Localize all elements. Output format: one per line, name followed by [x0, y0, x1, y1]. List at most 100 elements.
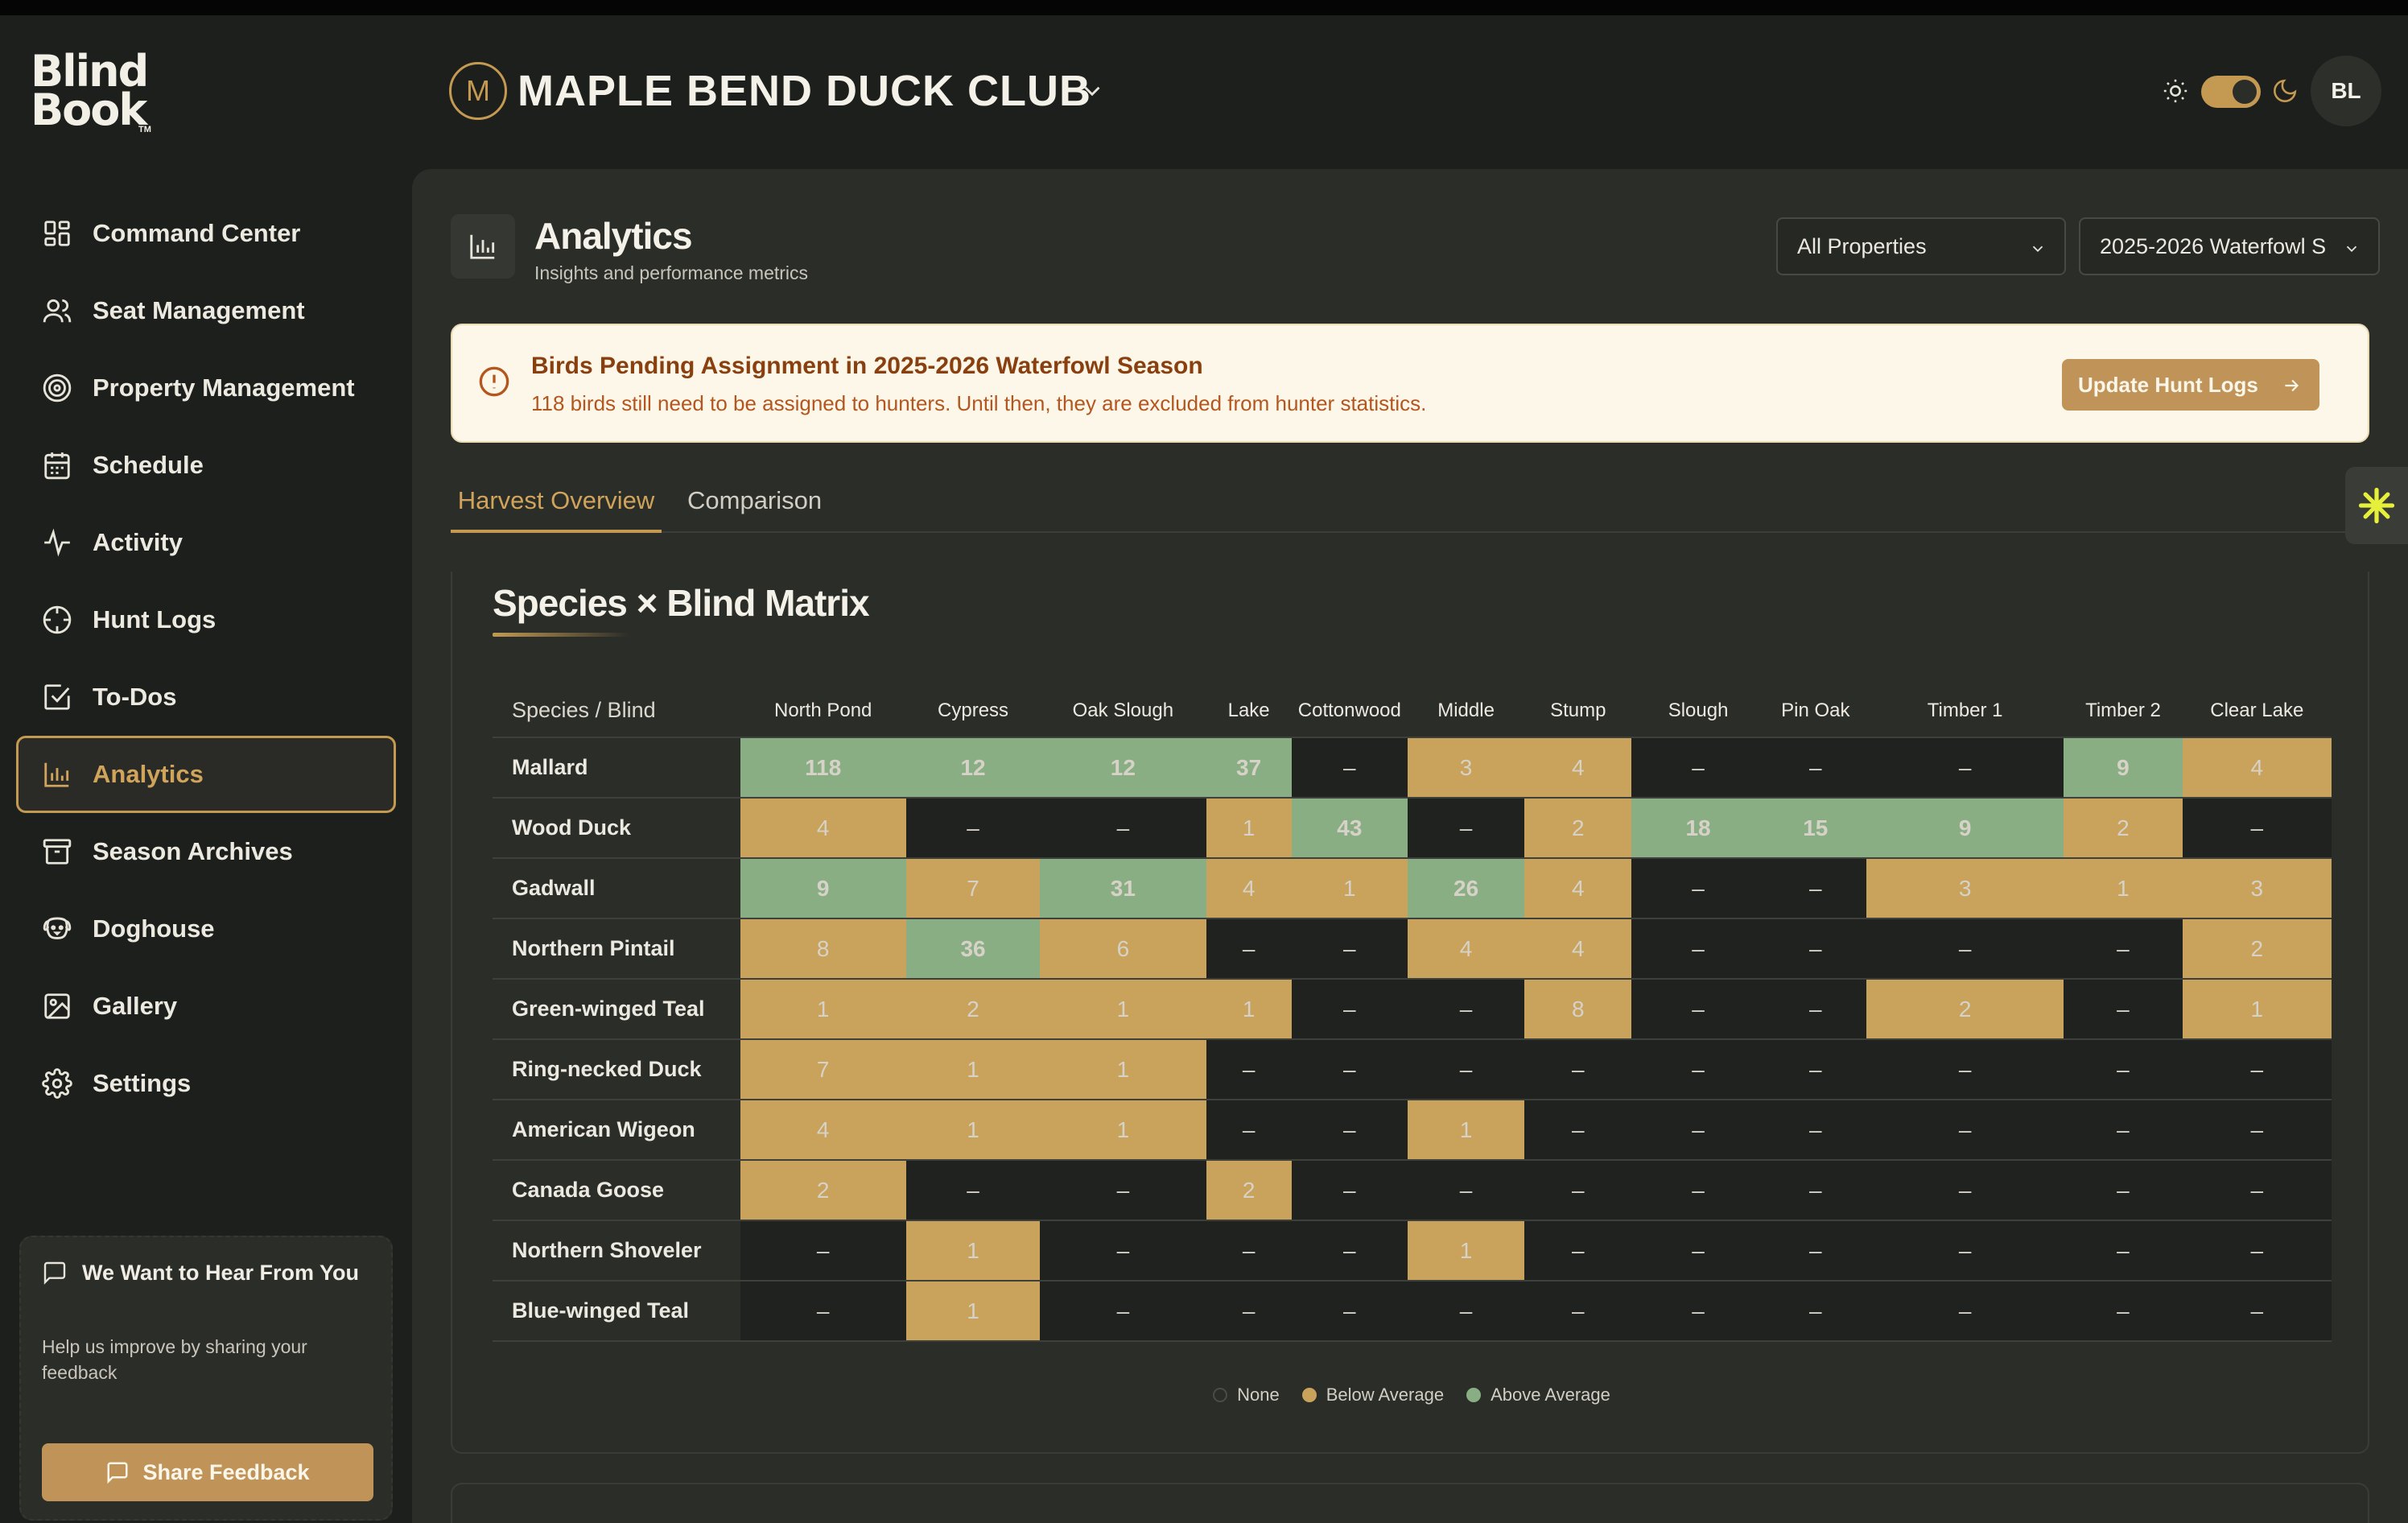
matrix-cell: 4 [1206, 858, 1292, 919]
sidebar-item-season-archives[interactable]: Season Archives [16, 813, 396, 890]
feedback-card: We Want to Hear From You Help us improve… [19, 1236, 393, 1521]
top-strip [0, 0, 2408, 15]
checkbox-icon [41, 681, 73, 713]
matrix-cell: – [1631, 1160, 1765, 1221]
sidebar-item-doghouse[interactable]: Doghouse [16, 890, 396, 968]
matrix-cell: – [2182, 1160, 2332, 1221]
matrix-cell: – [1040, 1281, 1206, 1342]
matrix-cell: 2 [905, 979, 1041, 1040]
species-name: Gadwall [493, 858, 740, 919]
matrix-cell: – [1206, 918, 1292, 980]
update-hunt-logs-button[interactable]: Update Hunt Logs [2062, 359, 2319, 411]
column-header: Cottonwood [1297, 699, 1401, 721]
property-select[interactable]: All Properties [1776, 217, 2066, 275]
message-icon [43, 1261, 66, 1285]
column-header: North Pond [774, 699, 872, 721]
column-header: Oak Slough [1072, 699, 1174, 721]
matrix-cell: 2 [2182, 918, 2332, 980]
matrix-body: Mallard 118 12 12 37–3 4– – –9 4 Wood Duck 4– –1 43–… [493, 737, 2332, 1342]
column-header: Cypress [938, 699, 1009, 721]
logo-line2: Book [31, 85, 147, 135]
species-name: Wood Duck [493, 798, 740, 859]
matrix-cell: – [1524, 1220, 1632, 1282]
sidebar-item-gallery[interactable]: Gallery [16, 968, 396, 1045]
matrix-cell: 7 [905, 858, 1041, 919]
sidebar-item-label: Hunt Logs [93, 605, 216, 634]
species-name: Northern Shoveler [493, 1220, 740, 1282]
matrix-cell: – [1407, 1160, 1525, 1221]
matrix-cell: 6 [1040, 918, 1206, 980]
matrix-cell: 4 [1407, 918, 1525, 980]
matrix-cell: 1 [1291, 858, 1408, 919]
chevron-down-icon[interactable] [1078, 77, 1106, 105]
column-header: Lake [1227, 699, 1270, 721]
matrix-cell: 26 [1407, 858, 1525, 919]
matrix-cell: – [1631, 1220, 1765, 1282]
theme-toggle[interactable] [2201, 76, 2261, 108]
sidebar-item-label: Seat Management [93, 296, 305, 324]
matrix-cell: – [1631, 1039, 1765, 1100]
dog-icon [41, 913, 73, 945]
matrix-cell: 37 [1206, 737, 1292, 799]
sidebar-item-command-center[interactable]: Command Center [16, 195, 396, 272]
matrix-cell: 1 [905, 1039, 1041, 1100]
matrix-cell: – [1866, 1100, 2064, 1161]
sidebar-item-hunt-logs[interactable]: Hunt Logs [16, 581, 396, 658]
crosshair-icon [41, 604, 73, 636]
sidebar-item-schedule[interactable]: Schedule [16, 427, 396, 504]
sidebar-item-property-management[interactable]: Property Management [16, 349, 396, 427]
matrix-cell: – [1407, 1281, 1525, 1342]
users-icon [41, 295, 73, 327]
matrix-cell: – [1631, 858, 1765, 919]
share-feedback-label: Share Feedback [142, 1459, 310, 1484]
season-select[interactable]: 2025-2026 Waterfowl S [2079, 217, 2380, 275]
matrix-cell: – [2064, 1281, 2183, 1342]
chevron-down-icon [2032, 246, 2043, 253]
tab-harvest-overview[interactable]: Harvest Overview [451, 473, 662, 533]
legend-dot-below [1301, 1388, 1317, 1402]
feedback-title: We Want to Hear From You [82, 1260, 360, 1285]
matrix-cell: – [1291, 1039, 1408, 1100]
sidebar-item-to-dos[interactable]: To-Dos [16, 658, 396, 736]
matrix-cell: – [1866, 918, 2064, 980]
species-blind-matrix-card: Species × Blind Matrix Species / Blind N… [451, 572, 2369, 1454]
species-name: Blue-winged Teal [493, 1281, 740, 1342]
matrix-cell: – [1631, 737, 1765, 799]
tab-comparison[interactable]: Comparison [687, 473, 822, 533]
column-header: Stump [1550, 699, 1606, 721]
sidebar-item-settings[interactable]: Settings [16, 1045, 396, 1122]
update-hunt-logs-label: Update Hunt Logs [2078, 372, 2258, 397]
share-feedback-button[interactable]: Share Feedback [42, 1443, 373, 1501]
sidebar-item-activity[interactable]: Activity [16, 504, 396, 581]
club-name[interactable]: MAPLE BEND DUCK CLUB [517, 64, 1091, 118]
sidebar-nav: Command Center Seat Management Property … [16, 195, 396, 1122]
sidebar-item-analytics[interactable]: Analytics [16, 736, 396, 813]
matrix-cell: – [1631, 918, 1765, 980]
table-row: Wood Duck 4– –1 43–2 18 15 9 2– [493, 798, 2332, 859]
matrix-cell: 1 [905, 1100, 1041, 1161]
legend-label: Below Average [1326, 1385, 1445, 1405]
assistant-tab[interactable] [2345, 467, 2408, 544]
matrix-corner-label: Species / Blind [512, 698, 656, 722]
matrix-cell: 1 [1206, 979, 1292, 1040]
analytics-tabs: Harvest Overview Comparison [451, 473, 2369, 533]
logo[interactable]: Blind Book TM [31, 50, 159, 149]
species-name: Northern Pintail [493, 918, 740, 980]
sidebar-item-seat-management[interactable]: Seat Management [16, 272, 396, 349]
matrix-cell: – [1206, 1281, 1292, 1342]
feedback-header: We Want to Hear From You [42, 1260, 359, 1286]
next-section-card [451, 1483, 2369, 1523]
species-name: American Wigeon [493, 1100, 740, 1161]
avatar[interactable]: BL [2311, 56, 2381, 126]
matrix-cell: – [1764, 1220, 1866, 1282]
matrix-cell: – [2182, 1281, 2332, 1342]
matrix-cell: – [1524, 1100, 1632, 1161]
matrix-cell: – [740, 1281, 906, 1342]
matrix-cell: 1 [1206, 798, 1292, 859]
sidebar-item-label: Gallery [93, 992, 178, 1020]
matrix-cell: 1 [905, 1220, 1041, 1282]
matrix-cell: 4 [740, 798, 906, 859]
matrix-cell: – [2182, 1100, 2332, 1161]
matrix-cell: – [1291, 918, 1408, 980]
table-row: Canada Goose 2– –2– – – – – – – – [493, 1160, 2332, 1221]
